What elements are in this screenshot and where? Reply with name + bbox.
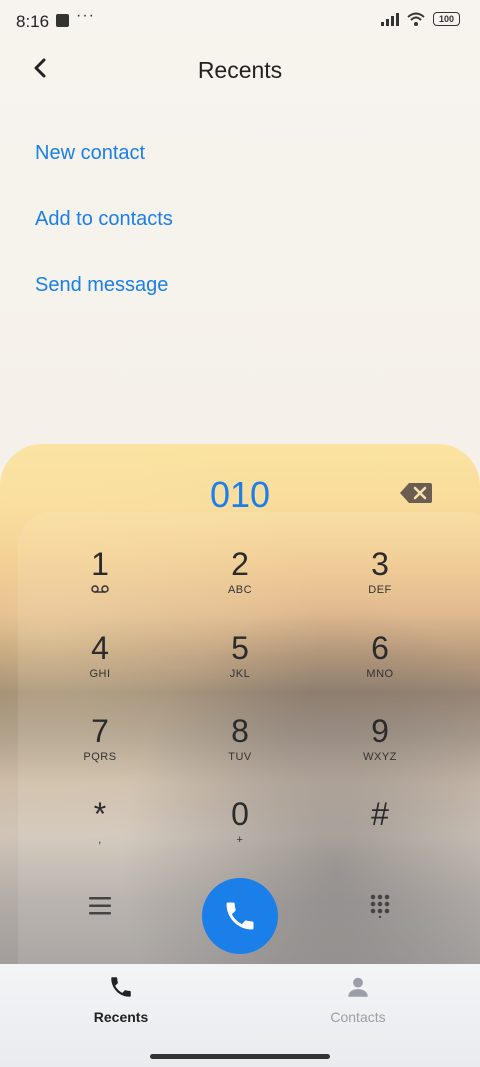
key-letters: , <box>98 834 102 846</box>
signal-icon <box>381 12 399 26</box>
key-5[interactable]: 5 JKL <box>190 630 290 700</box>
key-digit: 4 <box>91 630 109 666</box>
key-digit: # <box>371 796 389 832</box>
key-digit: 7 <box>91 713 109 749</box>
tab-contacts[interactable]: Contacts <box>298 974 418 1025</box>
call-button[interactable] <box>202 878 278 954</box>
page-title: Recents <box>197 57 283 83</box>
header: Recents <box>0 42 480 100</box>
menu-button[interactable] <box>80 886 120 926</box>
key-2[interactable]: 2 ABC <box>190 546 290 616</box>
key-hash[interactable]: # <box>330 796 430 866</box>
keypad-icon <box>370 894 390 918</box>
key-letters: ABC <box>227 584 253 596</box>
key-digit: 8 <box>231 713 249 749</box>
key-letters: GHI <box>89 668 111 680</box>
dialer-panel: 010 1 2 ABC 3 DEF 4 GHI 5 JKL 6 MNO 7 PQ… <box>0 444 480 974</box>
key-digit: 5 <box>231 630 249 666</box>
key-8[interactable]: 8 TUV <box>190 713 290 783</box>
tab-recents[interactable]: Recents <box>61 974 181 1025</box>
send-message-link[interactable]: Send message <box>35 274 168 297</box>
status-bar: 8:16 ··· 100 <box>0 0 480 42</box>
key-letters: PQRS <box>83 751 117 763</box>
person-icon <box>348 977 368 997</box>
key-1[interactable]: 1 <box>50 546 150 616</box>
backspace-icon[interactable] <box>400 482 432 504</box>
key-letters: TUV <box>228 751 252 763</box>
battery-icon: 100 <box>433 12 460 26</box>
key-3[interactable]: 3 DEF <box>330 546 430 616</box>
tab-contacts-label: Contacts <box>330 1009 386 1025</box>
key-digit: 1 <box>91 546 109 582</box>
key-7[interactable]: 7 PQRS <box>50 713 150 783</box>
status-time: 8:16 <box>16 12 50 31</box>
key-digit: 3 <box>371 546 389 582</box>
key-digit: * <box>93 796 107 832</box>
key-letters: + <box>236 834 244 846</box>
phone-icon <box>111 977 131 997</box>
add-to-contacts-link[interactable]: Add to contacts <box>35 208 173 231</box>
key-6[interactable]: 6 MNO <box>330 630 430 700</box>
home-indicator <box>150 1054 330 1059</box>
phone-icon <box>226 902 254 930</box>
key-digit: 9 <box>371 713 389 749</box>
key-letters: JKL <box>229 668 251 680</box>
key-letters: WXYZ <box>363 751 397 763</box>
key-9[interactable]: 9 WXYZ <box>330 713 430 783</box>
key-digit: 6 <box>371 630 389 666</box>
new-contact-link[interactable]: New contact <box>35 142 145 165</box>
voicemail-icon <box>50 584 150 597</box>
bottom-navigation: Recents Contacts <box>0 964 480 1067</box>
key-letters: MNO <box>366 668 394 680</box>
wifi-icon <box>407 12 425 26</box>
more-notifications-icon: ··· <box>76 7 95 24</box>
key-letters: DEF <box>368 584 392 596</box>
tab-recents-label: Recents <box>93 1009 149 1025</box>
dialpad-toggle-button[interactable] <box>360 886 400 926</box>
notification-icon <box>56 14 69 27</box>
key-0[interactable]: 0 + <box>190 796 290 866</box>
menu-icon <box>89 897 111 915</box>
status-icons: 100 <box>381 12 460 26</box>
key-star[interactable]: * , <box>50 796 150 866</box>
key-digit: 0 <box>231 796 249 832</box>
key-4[interactable]: 4 GHI <box>50 630 150 700</box>
key-digit: 2 <box>231 546 249 582</box>
